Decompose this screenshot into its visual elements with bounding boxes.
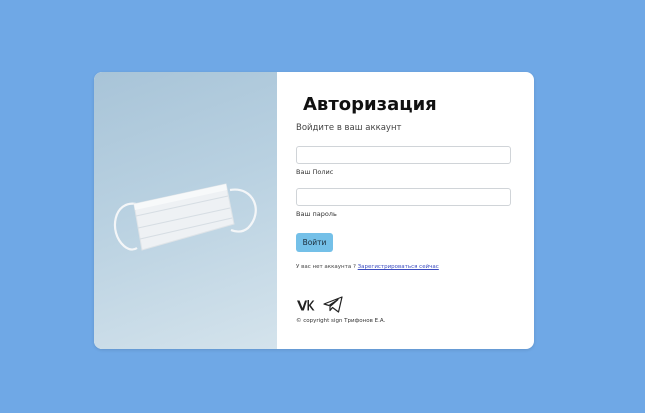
vk-icon[interactable] [296,297,315,316]
password-label: Ваш пароль [296,210,337,218]
signup-prompt: У вас нет аккаунта ? Зарегистрироваться … [296,264,439,270]
social-links [296,296,343,316]
login-form: Авторизация Войдите в ваш аккаунт Ваш По… [277,72,534,349]
copyright-text: © copyright sign Трифонов Е.А. [296,318,386,324]
no-account-text: У вас нет аккаунта ? [296,264,356,270]
polis-label: Ваш Полис [296,168,334,176]
login-card: Авторизация Войдите в ваш аккаунт Ваш По… [94,72,534,349]
polis-input[interactable] [296,146,511,164]
telegram-icon[interactable] [323,296,343,317]
login-button[interactable]: Войти [296,233,333,252]
page-subtitle: Войдите в ваш аккаунт [296,123,402,133]
register-link[interactable]: Зарегистрироваться сейчас [358,264,439,270]
page-title: Авторизация [303,94,437,115]
password-input[interactable] [296,188,511,206]
medical-mask-image [94,72,277,349]
